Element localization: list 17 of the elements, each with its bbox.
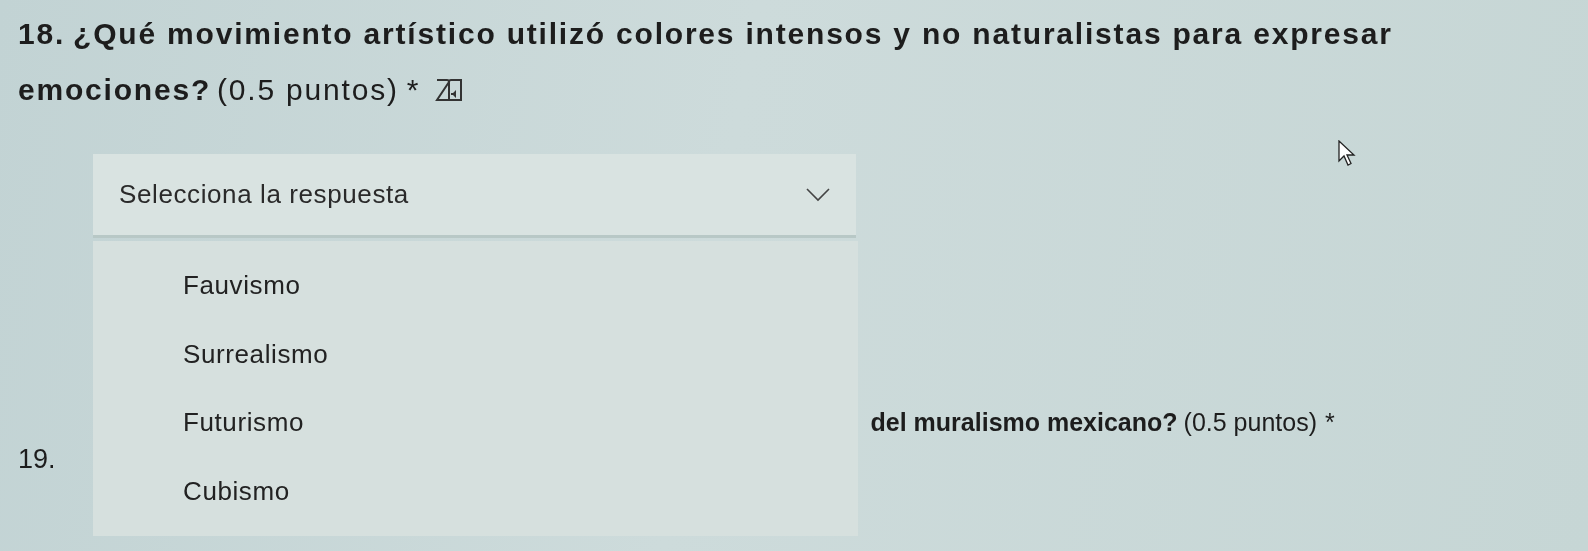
points-label: (0.5 puntos) bbox=[1183, 408, 1317, 437]
question-title: emociones? bbox=[18, 72, 212, 108]
required-mark: * bbox=[406, 72, 421, 108]
required-mark: * bbox=[1325, 408, 1335, 437]
points-label: (0.5 puntos) bbox=[217, 72, 399, 108]
dropdown-option[interactable]: Cubismo bbox=[93, 466, 858, 518]
question-title: del muralismo mexicano? bbox=[870, 408, 1178, 437]
mouse-pointer-icon bbox=[1338, 140, 1356, 166]
chevron-icon bbox=[806, 187, 830, 202]
immersive-reader-icon[interactable] bbox=[434, 77, 465, 103]
dropdown-option[interactable]: Futurismo bbox=[93, 397, 858, 449]
question-title: ¿Qué movimiento artístico utilizó colores intensos y no naturalistas para expresar bbox=[73, 16, 1393, 52]
dropdown-option[interactable]: Fauvismo bbox=[93, 259, 858, 311]
question-number: 19. bbox=[18, 444, 56, 475]
answer-dropdown[interactable]: Selecciona la respuesta bbox=[93, 154, 856, 238]
question-number: 18. bbox=[18, 16, 66, 52]
dropdown-option[interactable]: Surrealismo bbox=[93, 328, 858, 380]
